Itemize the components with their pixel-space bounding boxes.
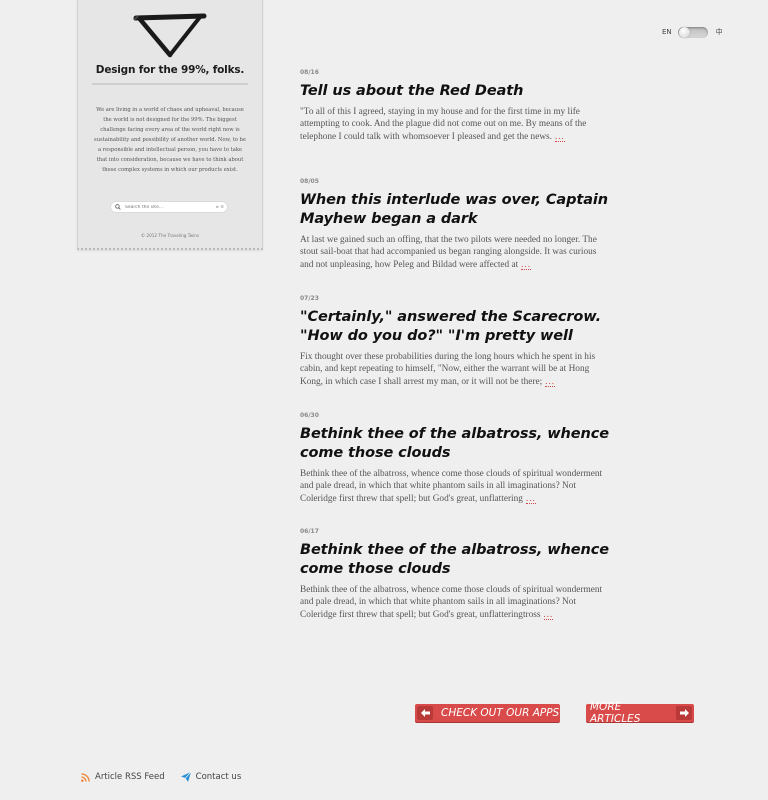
footer: Article RSS Feed Contact us	[80, 772, 257, 782]
article-item: 06/17 Bethink thee of the albatross, whe…	[300, 528, 625, 622]
language-switch[interactable]: EN 中	[662, 26, 723, 38]
rss-label: Article RSS Feed	[95, 772, 165, 782]
read-more-link[interactable]: ...	[545, 376, 555, 388]
copyright: © 2012 The Traveling Twins	[140, 233, 200, 238]
excerpt-text: "To all of this I agreed, staying in my …	[300, 107, 587, 143]
divider	[92, 83, 248, 85]
more-articles-button[interactable]: MORE ARTICLES	[586, 701, 694, 725]
check-out-apps-button[interactable]: CHECK OUT OUR APPS	[415, 704, 560, 722]
rss-icon	[80, 772, 90, 782]
article-item: 07/23 "Certainly," answered the Scarecro…	[300, 295, 625, 389]
article-excerpt: "To all of this I agreed, staying in my …	[300, 106, 612, 144]
read-more-link[interactable]: ...	[543, 609, 554, 621]
article-date: 07/23	[300, 295, 319, 302]
lang-zh-label[interactable]: 中	[716, 27, 723, 37]
article-excerpt: At last we gained such an offing, that t…	[300, 234, 612, 272]
article-item: 08/05 When this interlude was over, Capt…	[300, 178, 625, 272]
toggle-knob[interactable]	[678, 26, 690, 38]
article-date: 08/05	[300, 178, 319, 185]
read-more-link[interactable]: ...	[521, 259, 531, 271]
excerpt-text: At last we gained such an offing, that t…	[300, 235, 597, 271]
search-box[interactable]: ▸ ≡	[110, 201, 228, 213]
language-toggle[interactable]	[677, 26, 708, 38]
article-excerpt: Bethink thee of the albatross, whence co…	[300, 468, 612, 506]
excerpt-text: Bethink thee of the albatross, whence co…	[300, 585, 603, 621]
article-title[interactable]: Bethink thee of the albatross, whence co…	[300, 425, 625, 463]
article-title[interactable]: "Certainly," answered the Scarecrow. "Ho…	[300, 308, 625, 346]
paper-plane-icon	[180, 772, 191, 782]
article-item: 08/16 Tell us about the Red Death "To al…	[300, 69, 625, 144]
arrow-right-icon	[676, 706, 692, 720]
read-more-link[interactable]: ...	[525, 493, 536, 505]
excerpt-text: Bethink thee of the albatross, whence co…	[300, 469, 603, 505]
article-title[interactable]: When this interlude was over, Captain Ma…	[300, 191, 625, 229]
site-description: We are living in a world of chaos and up…	[94, 107, 246, 173]
site-tagline: Design for the 99%, folks.	[95, 64, 245, 76]
search-icon[interactable]	[114, 204, 121, 211]
contact-link[interactable]: Contact us	[180, 772, 242, 782]
contact-label: Contact us	[195, 772, 242, 782]
search-input[interactable]	[121, 204, 217, 210]
apps-button-label: CHECK OUT OUR APPS	[441, 707, 560, 719]
article-date: 06/17	[300, 528, 319, 535]
read-more-link[interactable]: ...	[554, 131, 565, 143]
article-date: 06/30	[300, 412, 319, 419]
triangle-logo-icon	[133, 13, 207, 58]
article-title[interactable]: Tell us about the Red Death	[300, 82, 625, 101]
article-date: 08/16	[300, 69, 319, 76]
search-submit-button[interactable]: ▸ ≡	[217, 205, 224, 210]
arrow-left-icon	[417, 706, 433, 720]
article-excerpt: Bethink thee of the albatross, whence co…	[300, 584, 612, 622]
more-button-label: MORE ARTICLES	[590, 701, 641, 725]
lang-en-label[interactable]: EN	[662, 28, 672, 36]
sidebar-card: Design for the 99%, folks. We are living…	[77, 0, 263, 250]
article-excerpt: Fix thought over these probabilities dur…	[300, 351, 612, 389]
rss-feed-link[interactable]: Article RSS Feed	[80, 772, 165, 782]
article-title[interactable]: Bethink thee of the albatross, whence co…	[300, 541, 625, 579]
article-item: 06/30 Bethink thee of the albatross, whe…	[300, 412, 625, 506]
